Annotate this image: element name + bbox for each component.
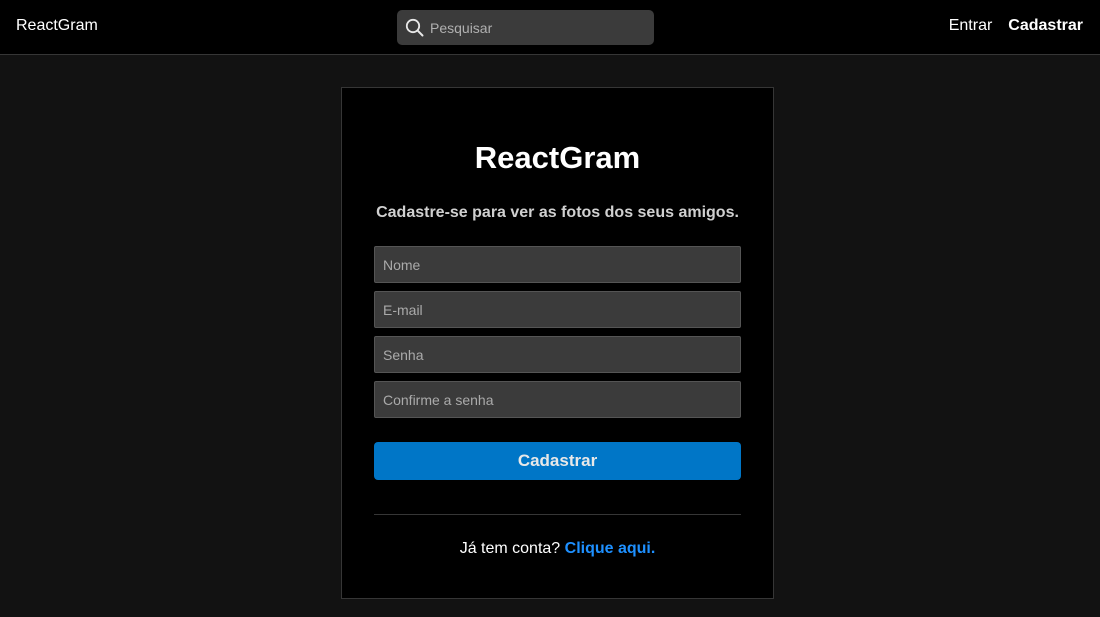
navbar: ReactGram Entrar Cadastrar bbox=[0, 0, 1100, 55]
login-prompt-text: Já tem conta? bbox=[459, 540, 561, 557]
password-field[interactable] bbox=[374, 336, 741, 373]
form-title: ReactGram bbox=[474, 140, 641, 175]
nav-links: Entrar Cadastrar bbox=[949, 17, 1083, 35]
divider bbox=[374, 514, 741, 515]
register-card: ReactGram Cadastre-se para ver as fotos … bbox=[341, 87, 774, 599]
search-input[interactable] bbox=[430, 10, 645, 45]
search-icon bbox=[405, 18, 424, 37]
name-field[interactable] bbox=[374, 246, 741, 283]
brand-logo-link[interactable]: ReactGram bbox=[16, 17, 98, 35]
login-prompt: Já tem conta? Clique aqui. bbox=[342, 540, 773, 558]
search-box[interactable] bbox=[397, 10, 654, 45]
login-here-link[interactable]: Clique aqui. bbox=[565, 540, 656, 557]
form-subtitle: Cadastre-se para ver as fotos dos seus a… bbox=[376, 204, 739, 221]
register-submit-button[interactable]: Cadastrar bbox=[374, 442, 741, 480]
confirm-password-field[interactable] bbox=[374, 381, 741, 418]
register-link[interactable]: Cadastrar bbox=[1008, 17, 1083, 35]
email-field[interactable] bbox=[374, 291, 741, 328]
login-link[interactable]: Entrar bbox=[949, 17, 993, 35]
